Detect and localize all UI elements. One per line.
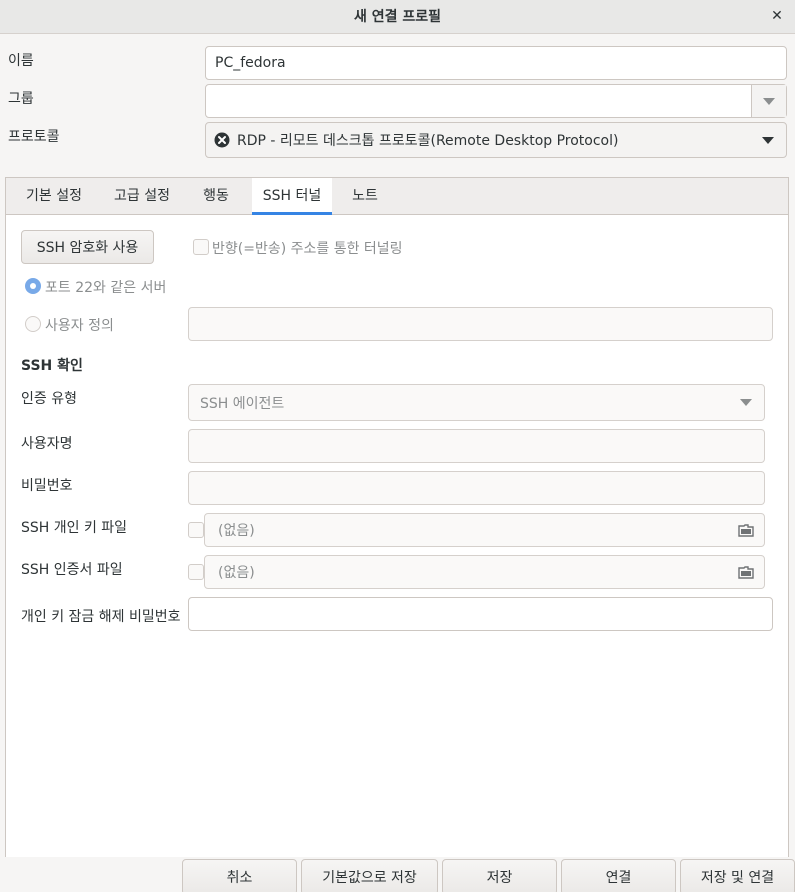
passphrase-input[interactable] [188,597,773,631]
private-key-checkbox[interactable] [188,522,204,538]
cert-value: (없음) [218,565,255,581]
connect-button[interactable]: 연결 [561,859,676,892]
chevron-down-icon [763,97,775,105]
private-key-file-chooser[interactable]: (없음) [204,513,765,547]
save-and-connect-button[interactable]: 저장 및 연결 [680,859,795,892]
chevron-down-icon [762,136,774,144]
password-label: 비밀번호 [21,478,73,494]
protocol-combo[interactable]: RDP - 리모트 데스크톱 프로토콜(Remote Desktop Proto… [205,122,787,158]
passphrase-label: 개인 키 잠금 해제 비밀번호 [21,609,181,625]
cert-checkbox[interactable] [188,564,204,580]
auth-type-label: 인증 유형 [21,391,77,407]
protocol-label: 프로토콜 [8,129,60,145]
same-server-label: 포트 22와 같은 서버 [45,280,167,296]
window-title: 새 연결 프로필 [353,9,442,25]
auth-type-value: SSH 에이전트 [200,395,285,412]
rdp-icon [214,132,230,148]
close-button[interactable]: ✕ [765,5,789,29]
name-input[interactable]: PC_fedora [205,46,787,80]
reverse-tunnel-checkbox[interactable] [193,239,209,255]
title-bar: 새 연결 프로필 ✕ [0,0,795,34]
cert-label: SSH 인증서 파일 [21,562,123,578]
ssh-auth-section-title: SSH 확인 [21,358,83,374]
tab-bar: 기본 설정 고급 설정 행동 SSH 터널 노트 [6,178,788,215]
username-input[interactable] [188,429,765,463]
group-label: 그룹 [8,91,34,107]
tab-behavior[interactable]: 행동 [192,178,240,215]
auth-type-combo[interactable]: SSH 에이전트 [188,384,765,421]
enable-ssh-tunnel-button[interactable]: SSH 암호화 사용 [21,230,154,264]
folder-icon [738,566,754,579]
same-server-radio[interactable] [25,278,41,294]
folder-icon [738,524,754,537]
username-label: 사용자명 [21,436,73,452]
reverse-tunnel-label: 반향(=반송) 주소를 통한 터널링 [212,241,403,257]
cancel-button[interactable]: 취소 [182,859,297,892]
custom-server-input[interactable] [188,307,773,341]
name-label: 이름 [8,53,34,69]
protocol-value: RDP - 리모트 데스크톱 프로토콜(Remote Desktop Proto… [237,133,619,149]
custom-server-radio[interactable] [25,316,41,332]
tab-advanced[interactable]: 고급 설정 [104,178,180,215]
group-combo-entry[interactable] [205,84,787,118]
save-as-default-button[interactable]: 기본값으로 저장 [301,859,438,892]
tab-basic[interactable]: 기본 설정 [16,178,92,215]
cert-file-chooser[interactable]: (없음) [204,555,765,589]
save-button[interactable]: 저장 [442,859,557,892]
password-input[interactable] [188,471,765,505]
close-icon: ✕ [771,8,783,24]
custom-server-label: 사용자 정의 [45,318,114,334]
tab-ssh-tunnel[interactable]: SSH 터널 [252,178,332,215]
private-key-label: SSH 개인 키 파일 [21,520,128,536]
chevron-down-icon [740,399,752,406]
group-dropdown-button[interactable] [751,85,786,117]
action-bar: 취소 기본값으로 저장 저장 연결 저장 및 연결 [0,857,795,892]
tab-notes[interactable]: 노트 [344,178,386,215]
private-key-value: (없음) [218,523,255,539]
